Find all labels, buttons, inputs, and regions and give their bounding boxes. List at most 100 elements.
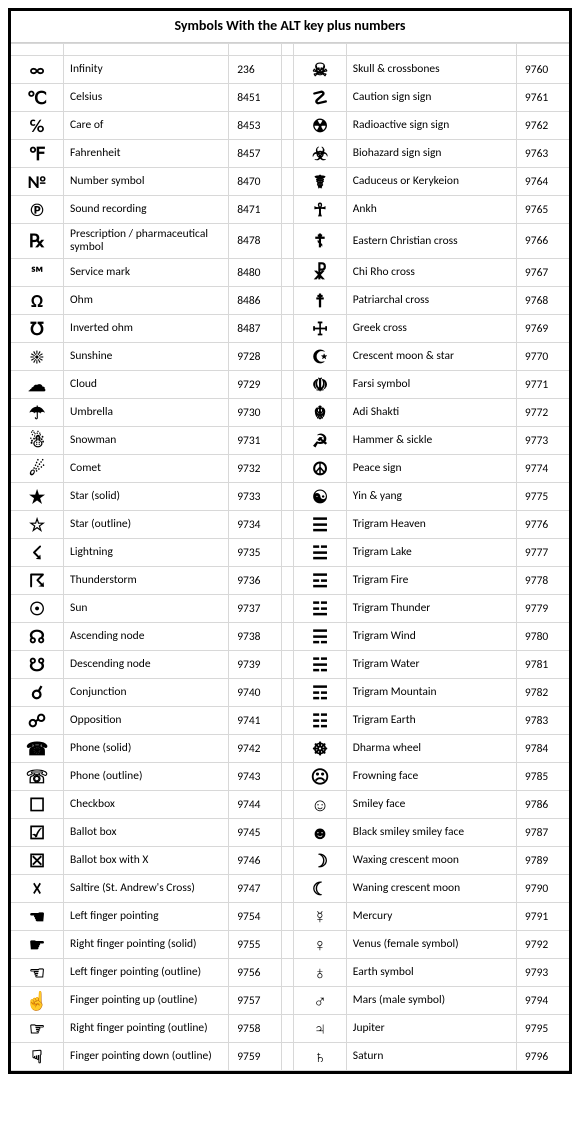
- symbol-name: Frowning face: [346, 763, 516, 791]
- document-frame: Symbols With the ALT key plus numbers ∞I…: [8, 8, 572, 1074]
- symbol-glyph: ☃: [11, 427, 64, 455]
- symbol-glyph: ☋: [11, 651, 64, 679]
- alt-code: 9784: [516, 735, 569, 763]
- column-gap: [281, 1015, 294, 1043]
- symbol-glyph: ☸: [294, 735, 347, 763]
- alt-code: 8487: [229, 315, 282, 343]
- table-row: ℠Service mark8480☧Chi Rho cross9767: [11, 259, 569, 287]
- symbol-glyph: ☣: [294, 140, 347, 168]
- table-row: ☈Thunderstorm9736☲Trigram Fire9778: [11, 567, 569, 595]
- symbol-name: Ohm: [64, 287, 229, 315]
- symbol-name: Crescent moon & star: [346, 343, 516, 371]
- column-gap: [281, 455, 294, 483]
- table-row: ℞Prescription / pharmaceutical symbol847…: [11, 224, 569, 259]
- column-gap: [281, 427, 294, 455]
- symbol-glyph: ☹: [294, 763, 347, 791]
- alt-code: 236: [229, 56, 282, 84]
- alt-code: 9789: [516, 847, 569, 875]
- column-gap: [281, 140, 294, 168]
- alt-code: 9758: [229, 1015, 282, 1043]
- symbol-name: Thunderstorm: [64, 567, 229, 595]
- alt-code: 9769: [516, 315, 569, 343]
- alt-code: 9790: [516, 875, 569, 903]
- symbol-name: Sun: [64, 595, 229, 623]
- symbol-name: Jupiter: [346, 1015, 516, 1043]
- symbol-name: Inverted ohm: [64, 315, 229, 343]
- symbol-name: Peace sign: [346, 455, 516, 483]
- table-row: ☉Sun9737☳Trigram Thunder9779: [11, 595, 569, 623]
- alt-code: 9739: [229, 651, 282, 679]
- column-gap: [281, 903, 294, 931]
- alt-code: 9773: [516, 427, 569, 455]
- symbol-name: Radioactive sign sign: [346, 112, 516, 140]
- alt-code: 9787: [516, 819, 569, 847]
- symbols-table: ∞Infinity236☠Skull & crossbones9760℃Cels…: [11, 43, 569, 1071]
- column-gap: [281, 399, 294, 427]
- symbol-glyph: ℧: [11, 315, 64, 343]
- symbol-glyph: ☤: [294, 168, 347, 196]
- symbol-glyph: ☪: [294, 343, 347, 371]
- symbol-name: Star (outline): [64, 511, 229, 539]
- symbol-name: Trigram Water: [346, 651, 516, 679]
- symbol-glyph: ∞: [11, 56, 64, 84]
- symbol-name: Trigram Wind: [346, 623, 516, 651]
- column-gap: [281, 987, 294, 1015]
- column-gap: [281, 819, 294, 847]
- alt-code: 9778: [516, 567, 569, 595]
- column-gap: [281, 595, 294, 623]
- alt-code: 9731: [229, 427, 282, 455]
- alt-code: 9785: [516, 763, 569, 791]
- symbol-glyph: ☮: [294, 455, 347, 483]
- alt-code: 9776: [516, 511, 569, 539]
- table-row: ☟Finger pointing down (outline)9759♄Satu…: [11, 1043, 569, 1071]
- symbol-glyph: ★: [11, 483, 64, 511]
- symbol-name: Waning crescent moon: [346, 875, 516, 903]
- symbol-glyph: ☾: [294, 875, 347, 903]
- table-row: ∞Infinity236☠Skull & crossbones9760: [11, 56, 569, 84]
- alt-code: 9777: [516, 539, 569, 567]
- alt-code: 9740: [229, 679, 282, 707]
- symbol-glyph: ☏: [11, 763, 64, 791]
- alt-code: 9779: [516, 595, 569, 623]
- symbol-name: Venus (female symbol): [346, 931, 516, 959]
- table-row: ☐Checkbox9744☺Smiley face9786: [11, 791, 569, 819]
- alt-code: 9772: [516, 399, 569, 427]
- column-gap: [281, 539, 294, 567]
- alt-code: 9736: [229, 567, 282, 595]
- table-row: ☜Left finger pointing (outline)9756♁Eart…: [11, 959, 569, 987]
- symbol-name: Waxing crescent moon: [346, 847, 516, 875]
- table-row: ☚Left finger pointing9754☿Mercury9791: [11, 903, 569, 931]
- symbol-name: Earth symbol: [346, 959, 516, 987]
- symbol-name: Caution sign sign: [346, 84, 516, 112]
- column-gap: [281, 168, 294, 196]
- alt-code: 9792: [516, 931, 569, 959]
- symbol-name: Hammer & sickle: [346, 427, 516, 455]
- symbol-name: Caduceus or Kerykeion: [346, 168, 516, 196]
- alt-code: 9795: [516, 1015, 569, 1043]
- page-title: Symbols With the ALT key plus numbers: [11, 11, 569, 43]
- alt-code: 9729: [229, 371, 282, 399]
- symbol-glyph: ☞: [11, 1015, 64, 1043]
- symbol-glyph: ☿: [294, 903, 347, 931]
- table-row: ☎Phone (solid)9742☸Dharma wheel9784: [11, 735, 569, 763]
- column-gap: [281, 343, 294, 371]
- table-row: ☞Right finger pointing (outline)9758♃Jup…: [11, 1015, 569, 1043]
- symbol-name: Checkbox: [64, 791, 229, 819]
- symbol-name: Left finger pointing (outline): [64, 959, 229, 987]
- alt-code: 8486: [229, 287, 282, 315]
- symbol-name: Black smiley smiley face: [346, 819, 516, 847]
- column-gap: [281, 735, 294, 763]
- symbol-glyph: ♁: [294, 959, 347, 987]
- symbol-glyph: ☜: [11, 959, 64, 987]
- column-gap: [281, 371, 294, 399]
- symbol-glyph: ☲: [294, 567, 347, 595]
- alt-code: 9791: [516, 903, 569, 931]
- symbol-name: Star (solid): [64, 483, 229, 511]
- symbol-name: Descending node: [64, 651, 229, 679]
- symbol-name: Adi Shakti: [346, 399, 516, 427]
- symbol-glyph: Ω: [11, 287, 64, 315]
- alt-code: 9766: [516, 224, 569, 259]
- table-row: №Number symbol8470☤Caduceus or Kerykeion…: [11, 168, 569, 196]
- symbol-glyph: ☫: [294, 371, 347, 399]
- symbol-name: Finger pointing down (outline): [64, 1043, 229, 1071]
